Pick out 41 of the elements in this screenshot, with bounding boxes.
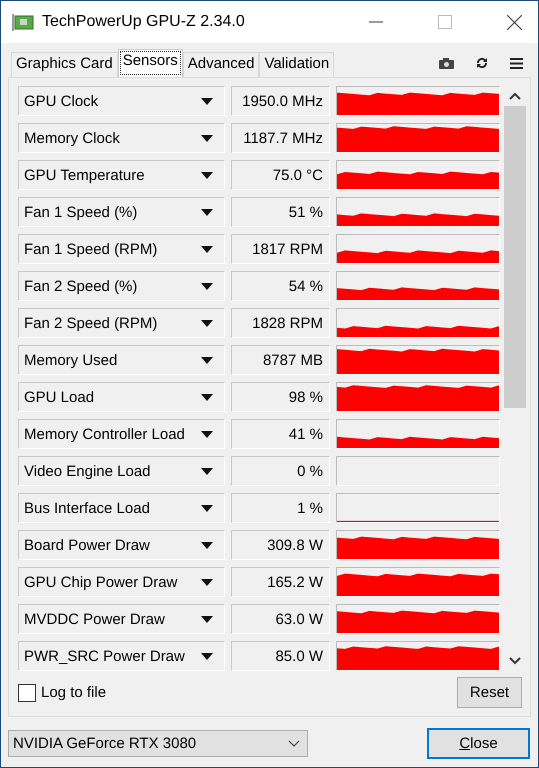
sensor-name-dropdown[interactable]: PWR_SRC Power Draw	[18, 641, 225, 671]
sensor-value: 98 %	[231, 382, 330, 412]
sensor-name-dropdown[interactable]: GPU Temperature	[18, 160, 225, 190]
sensor-name-dropdown[interactable]: Fan 2 Speed (RPM)	[18, 308, 225, 338]
window-title: TechPowerUp GPU-Z 2.34.0	[42, 13, 245, 31]
sensor-value: 54 %	[231, 271, 330, 301]
checkbox-label[interactable]: Log to file	[41, 684, 106, 701]
close-button[interactable]: Close	[427, 728, 530, 759]
sensor-name-dropdown[interactable]: Board Power Draw	[18, 530, 225, 560]
sensor-value: 1817 RPM	[231, 234, 330, 264]
sensor-name-dropdown[interactable]: GPU Load	[18, 382, 225, 412]
sensor-value: 1950.0 MHz	[231, 86, 330, 116]
sensor-value: 41 %	[231, 419, 330, 449]
sensor-name-dropdown[interactable]: Fan 1 Speed (%)	[18, 197, 225, 227]
sensor-name-dropdown[interactable]: GPU Chip Power Draw	[18, 567, 225, 597]
sensor-value: 8787 MB	[231, 345, 330, 375]
tab[interactable]: Graphics Card	[11, 52, 118, 77]
sensor-name-dropdown[interactable]: Fan 2 Speed (%)	[18, 271, 225, 301]
sensor-name-dropdown[interactable]: Memory Used	[18, 345, 225, 375]
sensor-value: 85.0 W	[231, 641, 330, 671]
reset-button[interactable]: Reset	[457, 677, 522, 708]
gpu-select[interactable]: NVIDIA GeForce RTX 3080	[8, 730, 308, 757]
sensor-value: 63.0 W	[231, 604, 330, 634]
tab[interactable]: Sensors	[118, 49, 183, 77]
sensor-value: 75.0 °C	[231, 160, 330, 190]
sensor-value: 51 %	[231, 197, 330, 227]
sensor-value: 1828 RPM	[231, 308, 330, 338]
sensor-value: 0 %	[231, 456, 330, 486]
sensor-name-dropdown[interactable]: Bus Interface Load	[18, 493, 225, 523]
sensor-name-dropdown[interactable]: Fan 1 Speed (RPM)	[18, 234, 225, 264]
sensor-name-dropdown[interactable]: Memory Clock	[18, 123, 225, 153]
sensor-name-dropdown[interactable]: GPU Clock	[18, 86, 225, 116]
tab[interactable]: Validation	[259, 52, 334, 77]
tab[interactable]: Advanced	[182, 52, 260, 77]
sensor-value: 309.8 W	[231, 530, 330, 560]
sensor-name-dropdown[interactable]: MVDDC Power Draw	[18, 604, 225, 634]
sensor-value: 1 %	[231, 493, 330, 523]
sensor-name-dropdown[interactable]: Memory Controller Load	[18, 419, 225, 449]
sensor-name-dropdown[interactable]: Video Engine Load	[18, 456, 225, 486]
sensor-value: 1187.7 MHz	[231, 123, 330, 153]
sensor-value: 165.2 W	[231, 567, 330, 597]
